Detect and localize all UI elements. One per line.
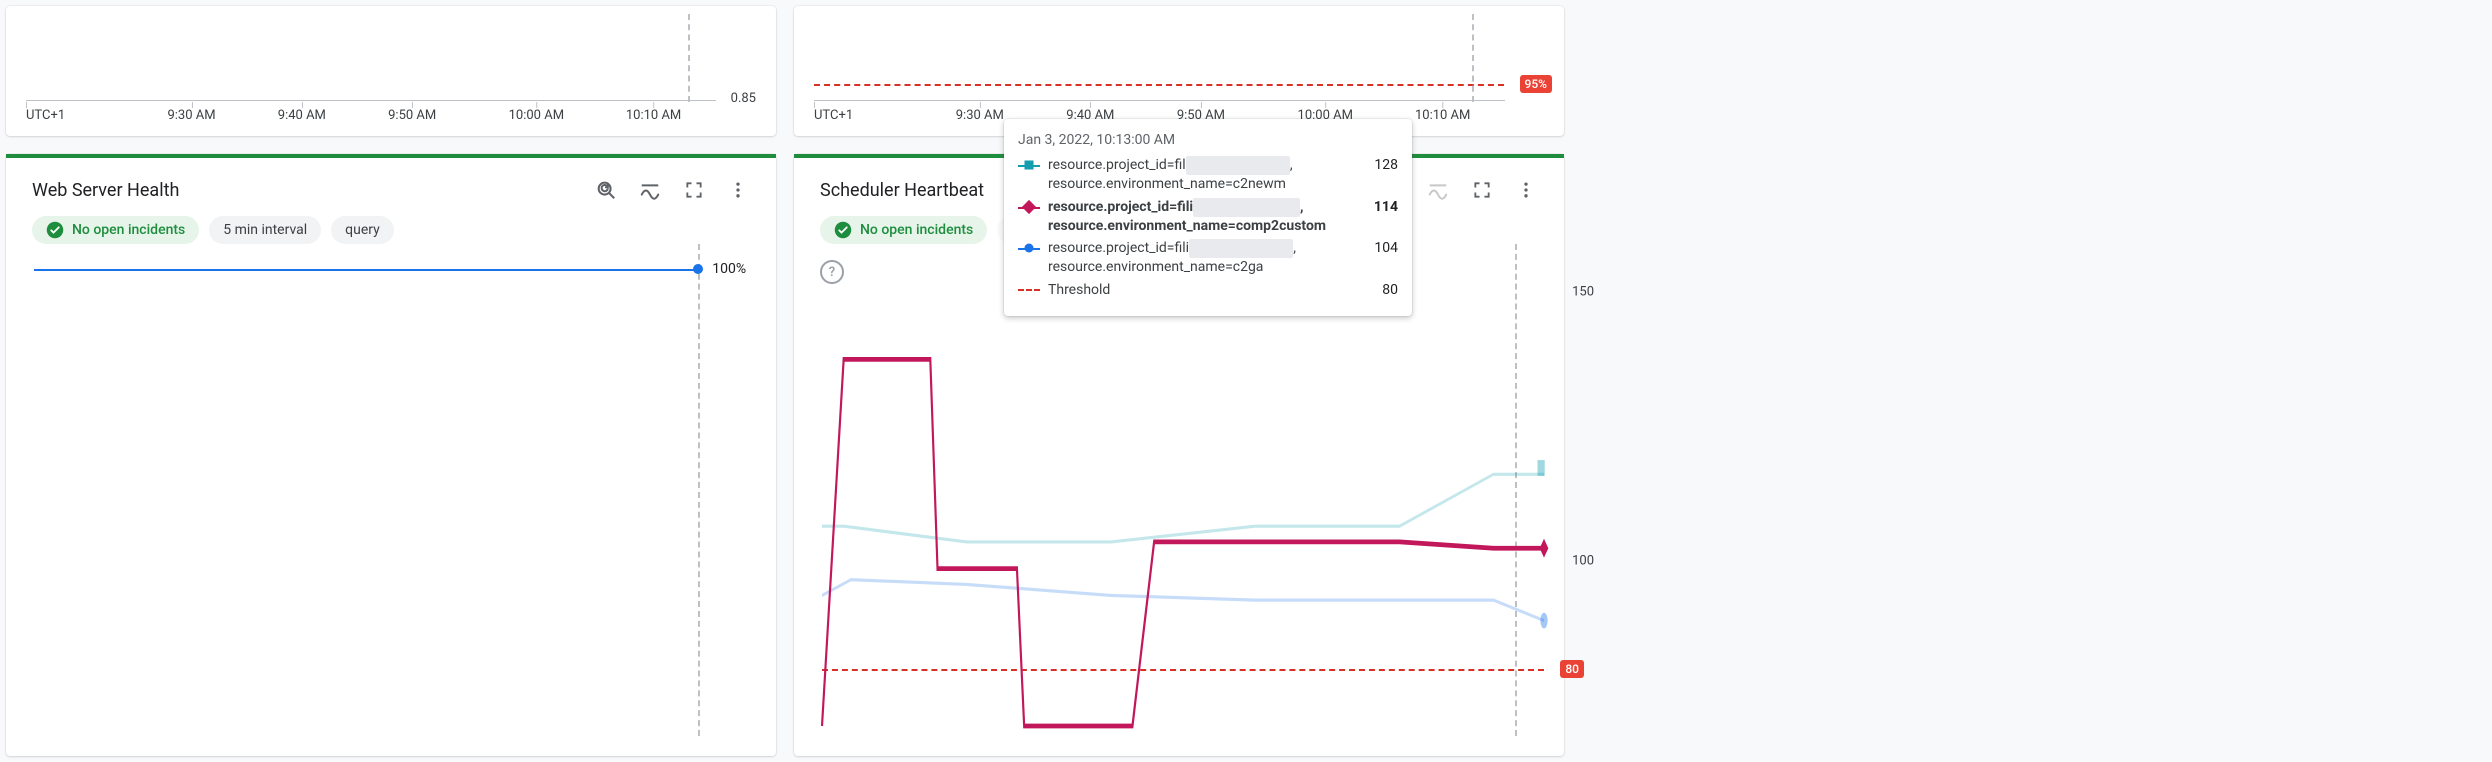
timezone-label: UTC+1 xyxy=(814,108,853,123)
y-tick-label: 100 xyxy=(1572,553,1594,568)
series-line xyxy=(34,269,698,271)
threshold-badge: 80 xyxy=(1560,660,1584,678)
chart-area[interactable]: 100% xyxy=(34,254,756,726)
square-marker-icon xyxy=(1025,160,1034,169)
toggle-legend-icon[interactable] xyxy=(632,172,668,208)
panel-title: Web Server Health xyxy=(32,180,179,201)
tooltip-threshold-label: Threshold xyxy=(1048,281,1350,300)
series-comp2custom xyxy=(822,359,1544,726)
diamond-marker-icon xyxy=(1022,200,1036,214)
marker-diamond-icon xyxy=(1540,539,1549,558)
more-options-icon[interactable] xyxy=(1508,172,1544,208)
scheduler-heartbeat-panel: Scheduler Heartbeat xyxy=(794,154,1564,756)
x-tick: 10:10 AM xyxy=(1415,108,1470,123)
incident-status-text: No open incidents xyxy=(860,222,973,238)
toggle-legend-icon[interactable] xyxy=(1420,172,1456,208)
x-tick: 10:00 AM xyxy=(509,108,564,123)
threshold-line xyxy=(814,84,1504,86)
tooltip-timestamp: Jan 3, 2022, 10:13:00 AM xyxy=(1018,131,1398,150)
tooltip-row: resource.project_id=filixxxxxxxxxxxxxxx,… xyxy=(1018,239,1398,277)
dashboard-grid: 0.9 UTC+1 9:30 AM 9:40 AM 9:50 AM 10:00 … xyxy=(6,6,1564,756)
tooltip-series-value: 114 xyxy=(1358,198,1398,217)
series-end-label: 100% xyxy=(712,261,746,277)
tooltip-series-label: resource.project_id=filxxxxxxxxxxxxxxx, … xyxy=(1048,156,1350,194)
more-options-icon[interactable] xyxy=(720,172,756,208)
upper-right-chart-card: 95% UTC+1 9:30 AM 9:40 AM 9:50 AM 10:00 … xyxy=(794,6,1564,136)
tooltip-row: resource.project_id=filixxxxxxxxxxxxxxx,… xyxy=(1018,198,1398,236)
series-end-marker xyxy=(693,264,703,274)
circle-marker-icon xyxy=(1025,244,1034,253)
now-indicator xyxy=(1472,14,1474,102)
incident-status-text: No open incidents xyxy=(72,222,185,238)
interval-chip[interactable]: 5 min interval xyxy=(209,216,321,244)
series-c2ga xyxy=(822,580,1544,621)
tooltip-row: resource.project_id=filxxxxxxxxxxxxxxx, … xyxy=(1018,156,1398,194)
panel-status-bar xyxy=(6,154,776,158)
fullscreen-icon[interactable] xyxy=(1464,172,1500,208)
series-c2newm xyxy=(822,474,1544,542)
now-indicator xyxy=(688,14,690,102)
fullscreen-icon[interactable] xyxy=(676,172,712,208)
timezone-label: UTC+1 xyxy=(26,108,65,123)
panel-title: Scheduler Heartbeat xyxy=(820,180,984,201)
marker-circle-icon xyxy=(1540,613,1547,629)
series-svg xyxy=(822,254,1544,726)
marker-square-icon xyxy=(1538,460,1545,476)
tooltip-series-value: 128 xyxy=(1358,156,1398,175)
x-tick: 9:30 AM xyxy=(167,108,215,123)
x-axis: UTC+1 9:30 AM 9:40 AM 9:50 AM 10:00 AM 1… xyxy=(814,100,1505,101)
upper-left-chart-card: 0.9 UTC+1 9:30 AM 9:40 AM 9:50 AM 10:00 … xyxy=(6,6,776,136)
chart-tooltip: Jan 3, 2022, 10:13:00 AM resource.projec… xyxy=(1004,119,1412,316)
x-tick: 9:40 AM xyxy=(278,108,326,123)
web-server-health-panel: Web Server Health xyxy=(6,154,776,756)
tooltip-series-label: resource.project_id=filixxxxxxxxxxxxxxx,… xyxy=(1048,239,1350,277)
now-indicator xyxy=(698,244,700,736)
incident-status-chip[interactable]: No open incidents xyxy=(32,216,199,244)
x-tick: 9:30 AM xyxy=(956,108,1004,123)
reset-zoom-icon[interactable] xyxy=(588,172,624,208)
y-tick-label: 0.85 xyxy=(731,91,756,106)
tooltip-row: Threshold 80 xyxy=(1018,281,1398,300)
tooltip-series-label: resource.project_id=filixxxxxxxxxxxxxxx,… xyxy=(1048,198,1350,236)
x-tick: 10:10 AM xyxy=(626,108,681,123)
chart-area[interactable]: ? 150 100 80 xyxy=(822,254,1544,726)
x-axis: UTC+1 9:30 AM 9:40 AM 9:50 AM 10:00 AM 1… xyxy=(26,100,716,101)
tooltip-series-value: 104 xyxy=(1358,239,1398,258)
check-circle-icon xyxy=(834,221,852,239)
query-chip[interactable]: query xyxy=(331,216,394,244)
incident-status-chip[interactable]: No open incidents xyxy=(820,216,987,244)
threshold-badge: 95% xyxy=(1520,75,1552,93)
y-tick-label: 150 xyxy=(1572,284,1594,299)
x-tick: 9:50 AM xyxy=(388,108,436,123)
check-circle-icon xyxy=(46,221,64,239)
tooltip-threshold-value: 80 xyxy=(1358,281,1398,300)
